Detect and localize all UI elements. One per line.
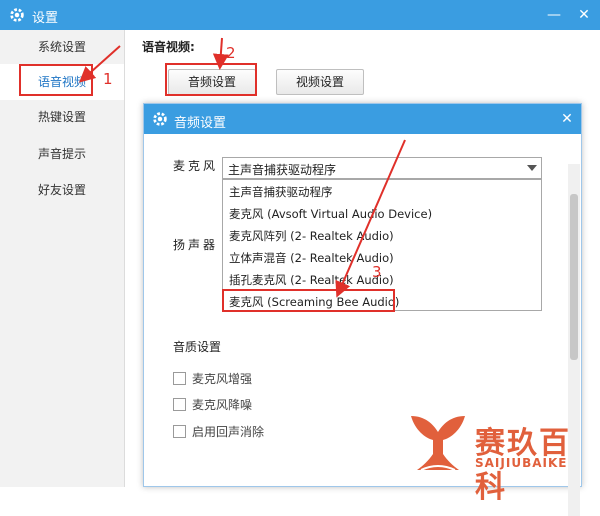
sidebar-item-friends[interactable]: 好友设置 [0, 173, 124, 207]
echo-cancel-label: 启用回声消除 [192, 425, 265, 439]
video-settings-button[interactable]: 视频设置 [276, 69, 364, 95]
dropdown-option[interactable]: 主声音捕获驱动程序 [223, 181, 541, 203]
whale-tail-logo-icon [411, 416, 465, 471]
quality-section-label: 音质设置 [173, 340, 222, 354]
mic-noise-reduction-checkbox[interactable] [173, 398, 186, 411]
watermark-logo: 赛玖百科 SAIJIUBAIKE [405, 408, 595, 505]
dialog-title-bar: 音频设置 ✕ [144, 104, 581, 134]
close-icon[interactable]: ✕ [575, 6, 593, 24]
mic-noise-reduction-label: 麦克风降噪 [192, 398, 253, 412]
mic-boost-label: 麦克风增强 [192, 372, 253, 386]
window-title-bar: 设置 — ✕ [0, 0, 600, 30]
dropdown-option[interactable]: 麦克风 (Avsoft Virtual Audio Device) [223, 203, 541, 225]
dialog-close-icon[interactable]: ✕ [558, 110, 576, 128]
annotation-box-screaming-bee [222, 289, 395, 312]
minimize-icon[interactable]: — [545, 6, 563, 24]
annotation-number-3: 3 [372, 263, 382, 281]
annotation-number-2: 2 [226, 44, 236, 62]
sidebar: 系统设置 语音视频 热键设置 声音提示 好友设置 [0, 30, 125, 487]
settings-gear-icon [10, 8, 24, 22]
mic-label: 麦克风 [173, 159, 219, 173]
dialog-title: 音频设置 [174, 116, 227, 131]
watermark-text-en: SAIJIUBAIKE [475, 456, 568, 470]
annotation-box-audio-settings [165, 63, 257, 96]
annotation-number-1: 1 [103, 70, 113, 88]
chevron-down-icon[interactable] [527, 165, 537, 171]
dropdown-option[interactable]: 麦克风阵列 (2- Realtek Audio) [223, 225, 541, 247]
echo-cancel-checkbox[interactable] [173, 425, 186, 438]
section-label: 语音视频: [142, 40, 195, 54]
settings-gear-icon [153, 112, 167, 126]
annotation-box-voice-video [19, 64, 93, 96]
sidebar-item-hotkeys[interactable]: 热键设置 [0, 100, 124, 134]
dropdown-option[interactable]: 立体声混音 (2- Realtek Audio) [223, 247, 541, 269]
mic-select-value: 主声音捕获驱动程序 [228, 163, 337, 177]
speaker-label: 扬声器 [173, 238, 219, 252]
window-title: 设置 [32, 11, 59, 26]
sidebar-item-sound-prompt[interactable]: 声音提示 [0, 137, 124, 171]
scrollbar-thumb[interactable] [570, 194, 578, 360]
mic-select[interactable]: 主声音捕获驱动程序 [222, 157, 542, 179]
dropdown-option[interactable]: 插孔麦克风 (2- Realtek Audio) [223, 269, 541, 291]
mic-boost-checkbox[interactable] [173, 372, 186, 385]
sidebar-item-system[interactable]: 系统设置 [0, 30, 124, 64]
